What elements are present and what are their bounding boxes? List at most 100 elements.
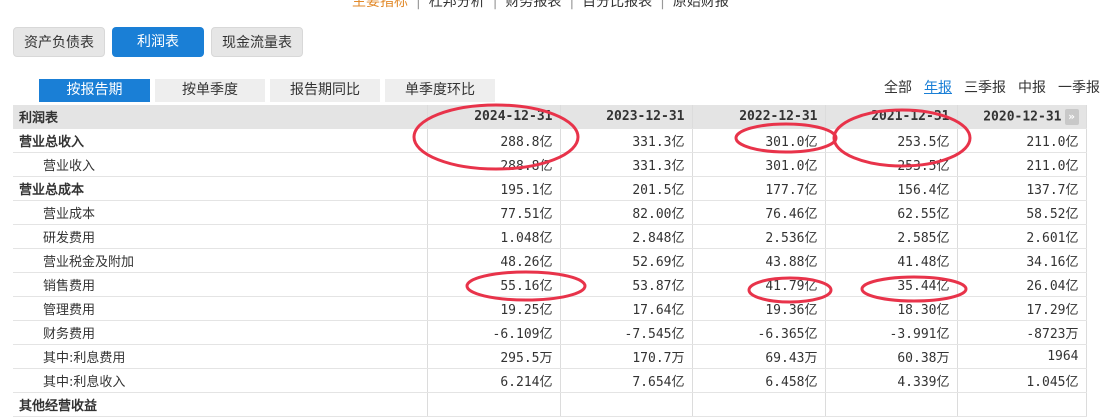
row-value: 2.585亿: [825, 224, 958, 249]
row-value: 69.43万: [692, 344, 826, 369]
table-row: 营业收入 288.8亿 331.3亿 301.0亿 253.5亿 211.0亿: [13, 152, 1087, 177]
row-value: 19.36亿: [692, 296, 826, 321]
view-tab-by-quarter[interactable]: 按单季度: [155, 79, 265, 102]
column-header-2020-label: 2020-12-31: [983, 109, 1062, 124]
column-header-2023: 2023-12-31: [560, 105, 693, 129]
row-value: [427, 392, 561, 417]
nav-original[interactable]: 原始财报: [673, 0, 729, 11]
row-label: 营业收入: [13, 152, 428, 177]
row-label: 研发费用: [13, 224, 428, 249]
column-header-title: 利润表: [13, 105, 428, 129]
nav-statements[interactable]: 财务报表: [505, 0, 561, 11]
row-value: 76.46亿: [692, 200, 826, 225]
row-value: 137.7亿: [957, 176, 1087, 201]
column-header-2021: 2021-12-31: [825, 105, 958, 129]
column-header-2024: 2024-12-31: [427, 105, 561, 129]
row-value: 288.8亿: [427, 128, 561, 153]
row-value: 331.3亿: [560, 128, 693, 153]
income-statement-table: 利润表 2024-12-31 2023-12-31 2022-12-31 202…: [13, 105, 1087, 417]
row-value: 41.48亿: [825, 248, 958, 273]
row-value: 2.848亿: [560, 224, 693, 249]
nav-separator: |: [492, 0, 498, 10]
table-header-row: 利润表 2024-12-31 2023-12-31 2022-12-31 202…: [13, 105, 1087, 129]
row-value: 7.654亿: [560, 368, 693, 393]
row-label: 销售费用: [13, 272, 428, 297]
row-label: 营业总成本: [13, 176, 428, 201]
nav-percent[interactable]: 百分比报表: [582, 0, 652, 11]
table-row: 其他经营收益: [13, 392, 1087, 417]
row-label: 其中:利息费用: [13, 344, 428, 369]
row-value: 195.1亿: [427, 176, 561, 201]
row-value: 201.5亿: [560, 176, 693, 201]
filter-q1[interactable]: 一季报: [1058, 80, 1100, 96]
view-tab-by-period[interactable]: 按报告期: [39, 79, 150, 102]
row-value: 2.601亿: [957, 224, 1087, 249]
row-value: 1964: [957, 344, 1087, 369]
table-row: 财务费用 -6.109亿 -7.545亿 -6.365亿 -3.991亿 -8723万: [13, 320, 1087, 345]
row-value: -7.545亿: [560, 320, 693, 345]
nav-separator: |: [660, 0, 665, 10]
row-value: 1.045亿: [957, 368, 1087, 393]
row-value: 170.7万: [560, 344, 693, 369]
row-value: 35.44亿: [825, 272, 958, 297]
row-value: 62.55亿: [825, 200, 958, 225]
filter-q3[interactable]: 三季报: [964, 80, 1006, 96]
nav-separator: |: [569, 0, 575, 10]
row-value: 331.3亿: [560, 152, 693, 177]
nav-dupont[interactable]: 杜邦分析: [429, 0, 485, 11]
row-value: 34.16亿: [957, 248, 1087, 273]
nav-separator: |: [416, 0, 421, 10]
row-value: 58.52亿: [957, 200, 1087, 225]
top-nav: 主要指标 | 杜邦分析 | 财务报表 | 百分比报表 | 原始财报: [352, 0, 729, 11]
tab-cash-flow[interactable]: 现金流量表: [211, 27, 303, 57]
row-value: 156.4亿: [825, 176, 958, 201]
row-value: [560, 392, 693, 417]
table-row: 销售费用 55.16亿 53.87亿 41.79亿 35.44亿 26.04亿: [13, 272, 1087, 297]
row-value: 17.64亿: [560, 296, 693, 321]
row-value: -3.991亿: [825, 320, 958, 345]
row-value: [957, 392, 1087, 417]
row-value: 17.29亿: [957, 296, 1087, 321]
row-value: 177.7亿: [692, 176, 826, 201]
row-value: 77.51亿: [427, 200, 561, 225]
row-value: 6.214亿: [427, 368, 561, 393]
table-row: 研发费用 1.048亿 2.848亿 2.536亿 2.585亿 2.601亿: [13, 224, 1087, 249]
next-columns-icon[interactable]: »: [1064, 108, 1079, 125]
filter-annual[interactable]: 年报: [924, 80, 952, 96]
row-value: 253.5亿: [825, 128, 958, 153]
table-row: 其中:利息收入 6.214亿 7.654亿 6.458亿 4.339亿 1.045亿: [13, 368, 1087, 393]
table-row: 营业税金及附加 48.26亿 52.69亿 43.88亿 41.48亿 34.16亿: [13, 248, 1087, 273]
row-label: 其中:利息收入: [13, 368, 428, 393]
row-value: 43.88亿: [692, 248, 826, 273]
row-value: 26.04亿: [957, 272, 1087, 297]
row-value: [825, 392, 958, 417]
view-tab-yoy[interactable]: 报告期同比: [270, 79, 380, 102]
row-value: 301.0亿: [692, 128, 826, 153]
row-value: 48.26亿: [427, 248, 561, 273]
view-tab-qoq[interactable]: 单季度环比: [385, 79, 495, 102]
row-value: 295.5万: [427, 344, 561, 369]
row-label: 其他经营收益: [13, 392, 428, 417]
row-value: 82.00亿: [560, 200, 693, 225]
row-value: 41.79亿: [692, 272, 826, 297]
row-value: 53.87亿: [560, 272, 693, 297]
row-value: 301.0亿: [692, 152, 826, 177]
row-value: -8723万: [957, 320, 1087, 345]
tab-balance-sheet[interactable]: 资产负债表: [13, 27, 105, 57]
filter-all[interactable]: 全部: [884, 80, 912, 96]
row-label: 营业税金及附加: [13, 248, 428, 273]
row-value: -6.365亿: [692, 320, 826, 345]
row-label: 财务费用: [13, 320, 428, 345]
nav-main-indicators[interactable]: 主要指标: [352, 0, 408, 11]
row-value: [692, 392, 826, 417]
tab-income-statement[interactable]: 利润表: [112, 27, 204, 57]
row-label: 管理费用: [13, 296, 428, 321]
row-value: -6.109亿: [427, 320, 561, 345]
filter-half[interactable]: 中报: [1018, 80, 1046, 96]
table-row: 其中:利息费用 295.5万 170.7万 69.43万 60.38万 1964: [13, 344, 1087, 369]
table-row: 营业总收入 288.8亿 331.3亿 301.0亿 253.5亿 211.0亿: [13, 128, 1087, 153]
row-value: 2.536亿: [692, 224, 826, 249]
row-value: 52.69亿: [560, 248, 693, 273]
row-value: 1.048亿: [427, 224, 561, 249]
row-value: 288.8亿: [427, 152, 561, 177]
